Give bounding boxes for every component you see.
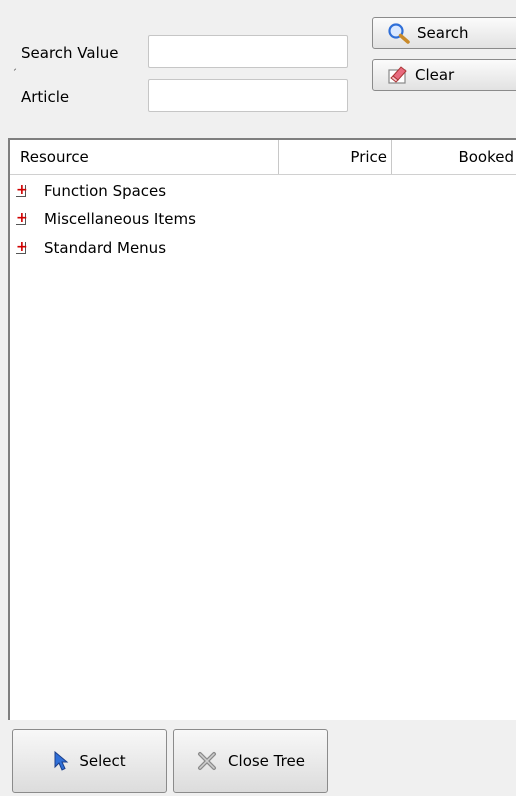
expand-plus-icon[interactable]: + — [16, 183, 28, 197]
column-header-booked[interactable]: Booked — [392, 140, 514, 174]
search-value-label: Search Value — [21, 44, 119, 62]
clear-button[interactable]: Clear — [372, 59, 516, 91]
expand-plus-icon[interactable]: + — [16, 211, 28, 225]
search-button-label: Search — [417, 24, 469, 42]
expand-plus-icon[interactable]: + — [16, 240, 28, 254]
eraser-icon — [388, 66, 407, 84]
column-header-price[interactable]: Price — [279, 140, 387, 174]
article-input[interactable] — [148, 79, 348, 112]
close-tree-button[interactable]: Close Tree — [173, 729, 328, 793]
tree-row-label: Standard Menus — [44, 239, 167, 257]
tree-row-label: Miscellaneous Items — [44, 210, 196, 228]
search-button[interactable]: Search — [372, 17, 516, 49]
select-button[interactable]: Select — [12, 729, 167, 793]
resource-tree-grid[interactable]: Resource Price Booked + Function Spaces … — [8, 138, 516, 720]
close-tree-icon — [198, 752, 217, 770]
search-value-input[interactable] — [148, 35, 348, 68]
tree-row-label: Function Spaces — [44, 182, 167, 200]
article-label: Article — [21, 88, 70, 106]
action-bar: Select Close Tree — [0, 720, 516, 796]
search-panel: ˏ Search Value Article Search Clear — [0, 0, 516, 138]
clear-button-label: Clear — [415, 66, 455, 84]
magnifier-icon — [388, 23, 410, 44]
cursor-arrow-icon — [54, 751, 69, 771]
close-tree-button-label: Close Tree — [228, 752, 305, 770]
focus-marker: ˏ — [12, 60, 17, 71]
select-button-label: Select — [79, 752, 126, 770]
column-header-resource[interactable]: Resource — [20, 140, 280, 174]
grid-header: Resource Price Booked — [10, 140, 516, 175]
